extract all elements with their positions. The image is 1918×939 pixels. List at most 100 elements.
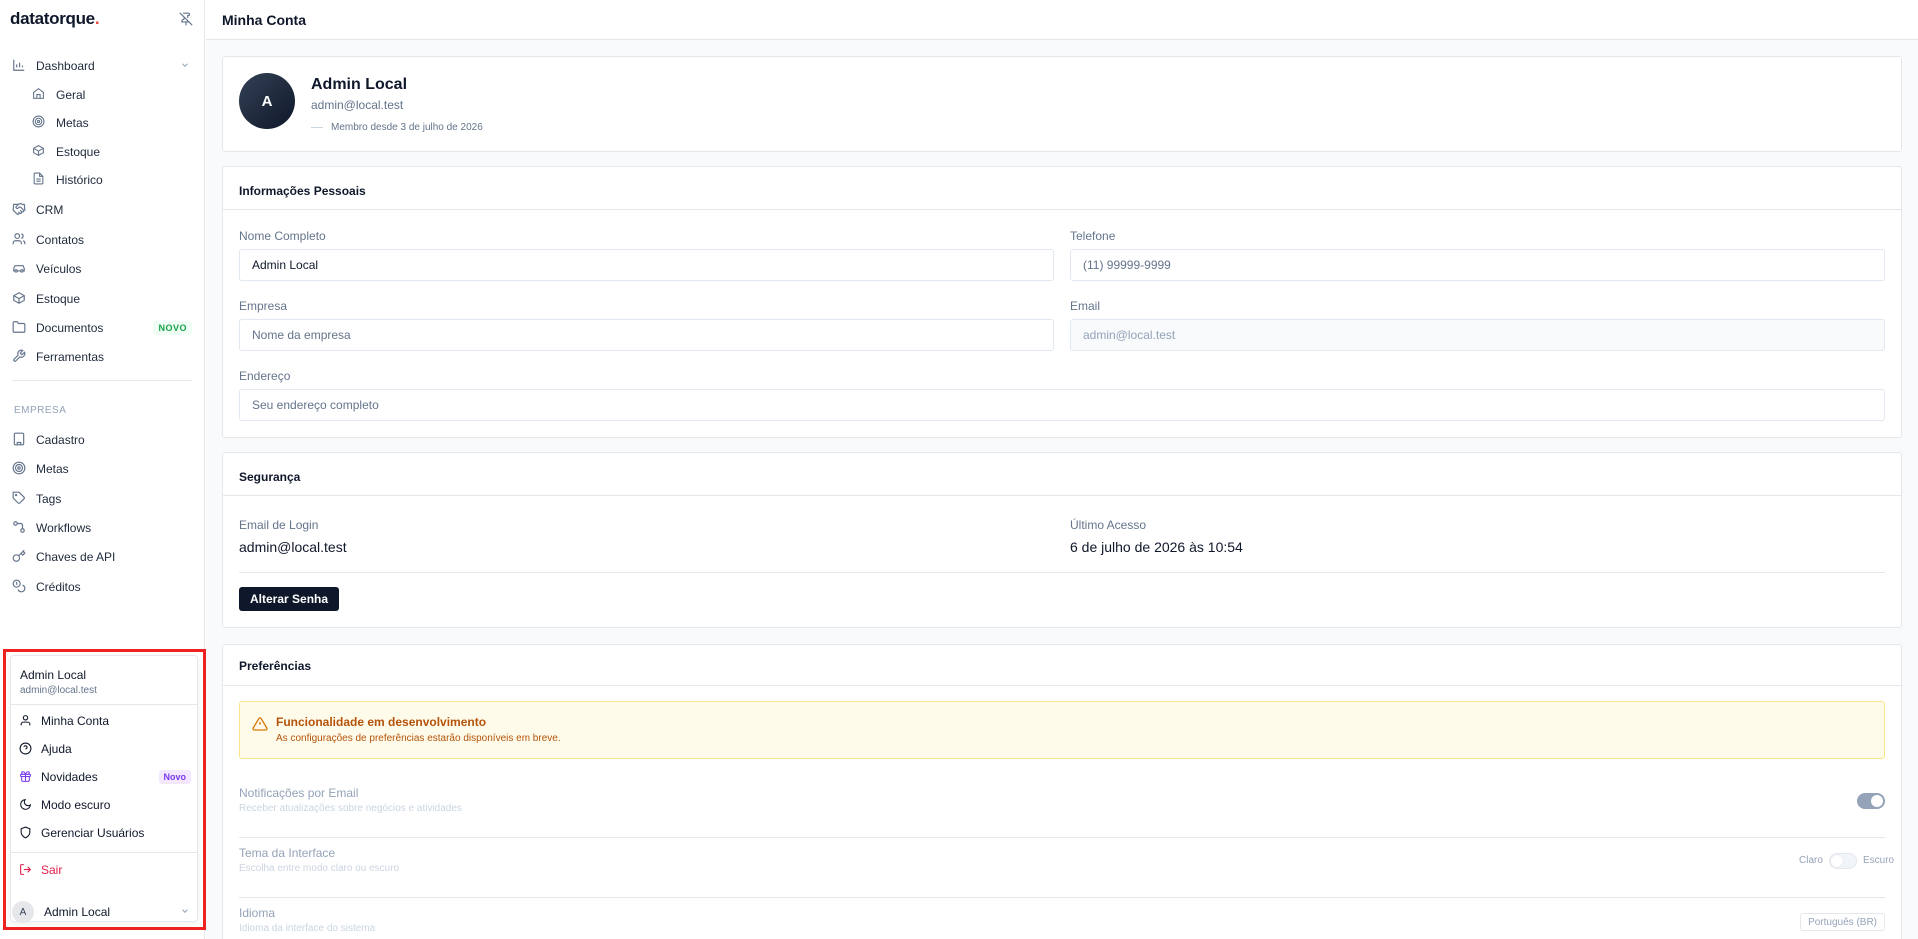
sidebar-item-geral[interactable]: Geral <box>32 84 192 106</box>
sidebar-item-historico[interactable]: Histórico <box>32 169 192 191</box>
sidebar-item-veiculos[interactable]: Veículos <box>12 258 192 280</box>
sidebar-item-metas-dashboard[interactable]: Metas <box>32 112 192 134</box>
last-access-label: Último Acesso <box>1070 518 1147 532</box>
member-since-text: Membro desde 3 de julho de 2026 <box>331 122 483 133</box>
sidebar-item-label: Metas <box>56 116 89 130</box>
sidebar-item-label: Estoque <box>36 292 81 306</box>
sidebar-item-contatos[interactable]: Contatos <box>12 229 192 251</box>
language-desc: Idioma da interface do sistema <box>239 923 376 934</box>
address-label: Endereço <box>239 369 291 383</box>
email-notifications-toggle[interactable] <box>1857 793 1885 809</box>
moon-icon <box>19 798 33 812</box>
full-name-input[interactable] <box>239 249 1054 281</box>
alert-triangle-icon <box>252 716 268 732</box>
section-title: Preferências <box>239 659 312 673</box>
sidebar-item-workflows[interactable]: Workflows <box>12 517 192 539</box>
app-logo[interactable]: datatorque. <box>10 9 100 29</box>
menu-item-gerenciar-usuarios[interactable]: Gerenciar Usuários <box>19 823 191 843</box>
sidebar-item-creditos[interactable]: Créditos <box>12 576 192 598</box>
address-input[interactable] <box>239 389 1885 421</box>
user-menu-name: Admin Local <box>20 668 87 682</box>
user-menu-trigger[interactable]: A Admin Local <box>12 900 192 924</box>
theme-light-label: Claro <box>1799 855 1823 866</box>
file-text-icon <box>32 172 48 188</box>
theme-dark-label: Escuro <box>1863 855 1895 866</box>
new-badge: Novo <box>158 770 191 784</box>
chevron-down-icon <box>180 60 192 72</box>
profile-email: admin@local.test <box>311 98 404 112</box>
member-since-line <box>311 127 323 128</box>
alert-description: As configurações de preferências estarão… <box>276 733 561 744</box>
sidebar-item-chaves-api[interactable]: Chaves de API <box>12 546 192 568</box>
sidebar-item-label: Cadastro <box>36 433 85 447</box>
sidebar-item-estoque-dashboard[interactable]: Estoque <box>32 141 192 163</box>
email-notifications-desc: Receber atualizações sobre negócios e at… <box>239 803 462 814</box>
section-label-empresa: EMPRESA <box>14 405 67 416</box>
main-content: Minha Conta A Admin Local admin@local.te… <box>206 0 1918 939</box>
target-icon <box>12 461 28 477</box>
menu-item-sair[interactable]: Sair <box>19 860 191 880</box>
company-input[interactable] <box>239 319 1054 351</box>
preferences-card: Preferências Funcionalidade em desenvolv… <box>222 644 1902 939</box>
sidebar-item-ferramentas[interactable]: Ferramentas <box>12 346 192 368</box>
folder-icon <box>12 320 28 336</box>
menu-item-label: Modo escuro <box>41 798 111 812</box>
sidebar-item-estoque[interactable]: Estoque <box>12 288 192 310</box>
key-icon <box>12 549 28 565</box>
coins-icon <box>12 579 28 595</box>
sidebar-item-label: Veículos <box>36 262 82 276</box>
sidebar-item-tags[interactable]: Tags <box>12 488 192 510</box>
phone-input[interactable] <box>1070 249 1885 281</box>
alert-title: Funcionalidade em desenvolvimento <box>276 715 487 729</box>
user-icon <box>19 714 33 728</box>
gift-icon <box>19 770 33 784</box>
theme-toggle[interactable] <box>1829 853 1857 869</box>
sidebar-item-dashboard[interactable]: Dashboard <box>12 55 192 77</box>
phone-label: Telefone <box>1070 229 1116 243</box>
menu-item-label: Ajuda <box>41 742 72 756</box>
top-bar: Minha Conta <box>206 0 1918 40</box>
profile-name: Admin Local <box>311 76 408 93</box>
sidebar-item-label: Geral <box>56 88 86 102</box>
avatar[interactable]: A <box>239 73 295 129</box>
box-icon <box>32 144 48 160</box>
handshake-icon <box>12 202 28 218</box>
menu-item-ajuda[interactable]: Ajuda <box>19 739 191 759</box>
email-label: Email <box>1070 299 1101 313</box>
menu-item-modo-escuro[interactable]: Modo escuro <box>19 795 191 815</box>
menu-item-label: Sair <box>41 863 63 877</box>
sidebar-item-label: Dashboard <box>36 59 95 73</box>
menu-item-minha-conta[interactable]: Minha Conta <box>19 711 191 731</box>
section-title: Informações Pessoais <box>239 184 366 198</box>
sidebar-item-label: Workflows <box>36 521 92 535</box>
menu-item-label: Minha Conta <box>41 714 110 728</box>
change-password-button[interactable]: Alterar Senha <box>239 587 340 611</box>
card-divider <box>239 837 1885 838</box>
sidebar-item-metas[interactable]: Metas <box>12 458 192 480</box>
sidebar-item-cadastro[interactable]: Cadastro <box>12 429 192 451</box>
pin-off-icon[interactable] <box>177 10 195 28</box>
dev-alert: Funcionalidade em desenvolvimento As con… <box>239 701 1885 759</box>
sidebar-item-label: Créditos <box>36 580 81 594</box>
sidebar-item-documentos[interactable]: Documentos NOVO <box>12 317 192 339</box>
avatar: A <box>12 901 34 923</box>
language-select[interactable]: Português (BR) <box>1800 913 1885 931</box>
target-icon <box>32 115 48 131</box>
sidebar-item-label: Histórico <box>56 173 103 187</box>
card-divider <box>223 209 1901 210</box>
theme-label: Tema da Interface <box>239 846 336 860</box>
theme-desc: Escolha entre modo claro ou escuro <box>239 863 400 874</box>
sidebar-item-label: CRM <box>36 203 64 217</box>
sidebar-item-label: Ferramentas <box>36 350 105 364</box>
menu-item-label: Novidades <box>41 770 98 784</box>
menu-item-novidades[interactable]: Novidades Novo <box>19 767 191 787</box>
new-badge: NOVO <box>153 321 192 335</box>
chevron-down-icon <box>180 906 192 918</box>
sidebar-item-label: Tags <box>36 492 62 506</box>
sidebar-item-crm[interactable]: CRM <box>12 199 192 221</box>
sidebar-item-label: Estoque <box>56 145 101 159</box>
sidebar-item-label: Metas <box>36 462 69 476</box>
member-since: Membro desde 3 de julho de 2026 <box>311 122 483 133</box>
menu-divider <box>11 704 197 705</box>
building-icon <box>12 432 28 448</box>
